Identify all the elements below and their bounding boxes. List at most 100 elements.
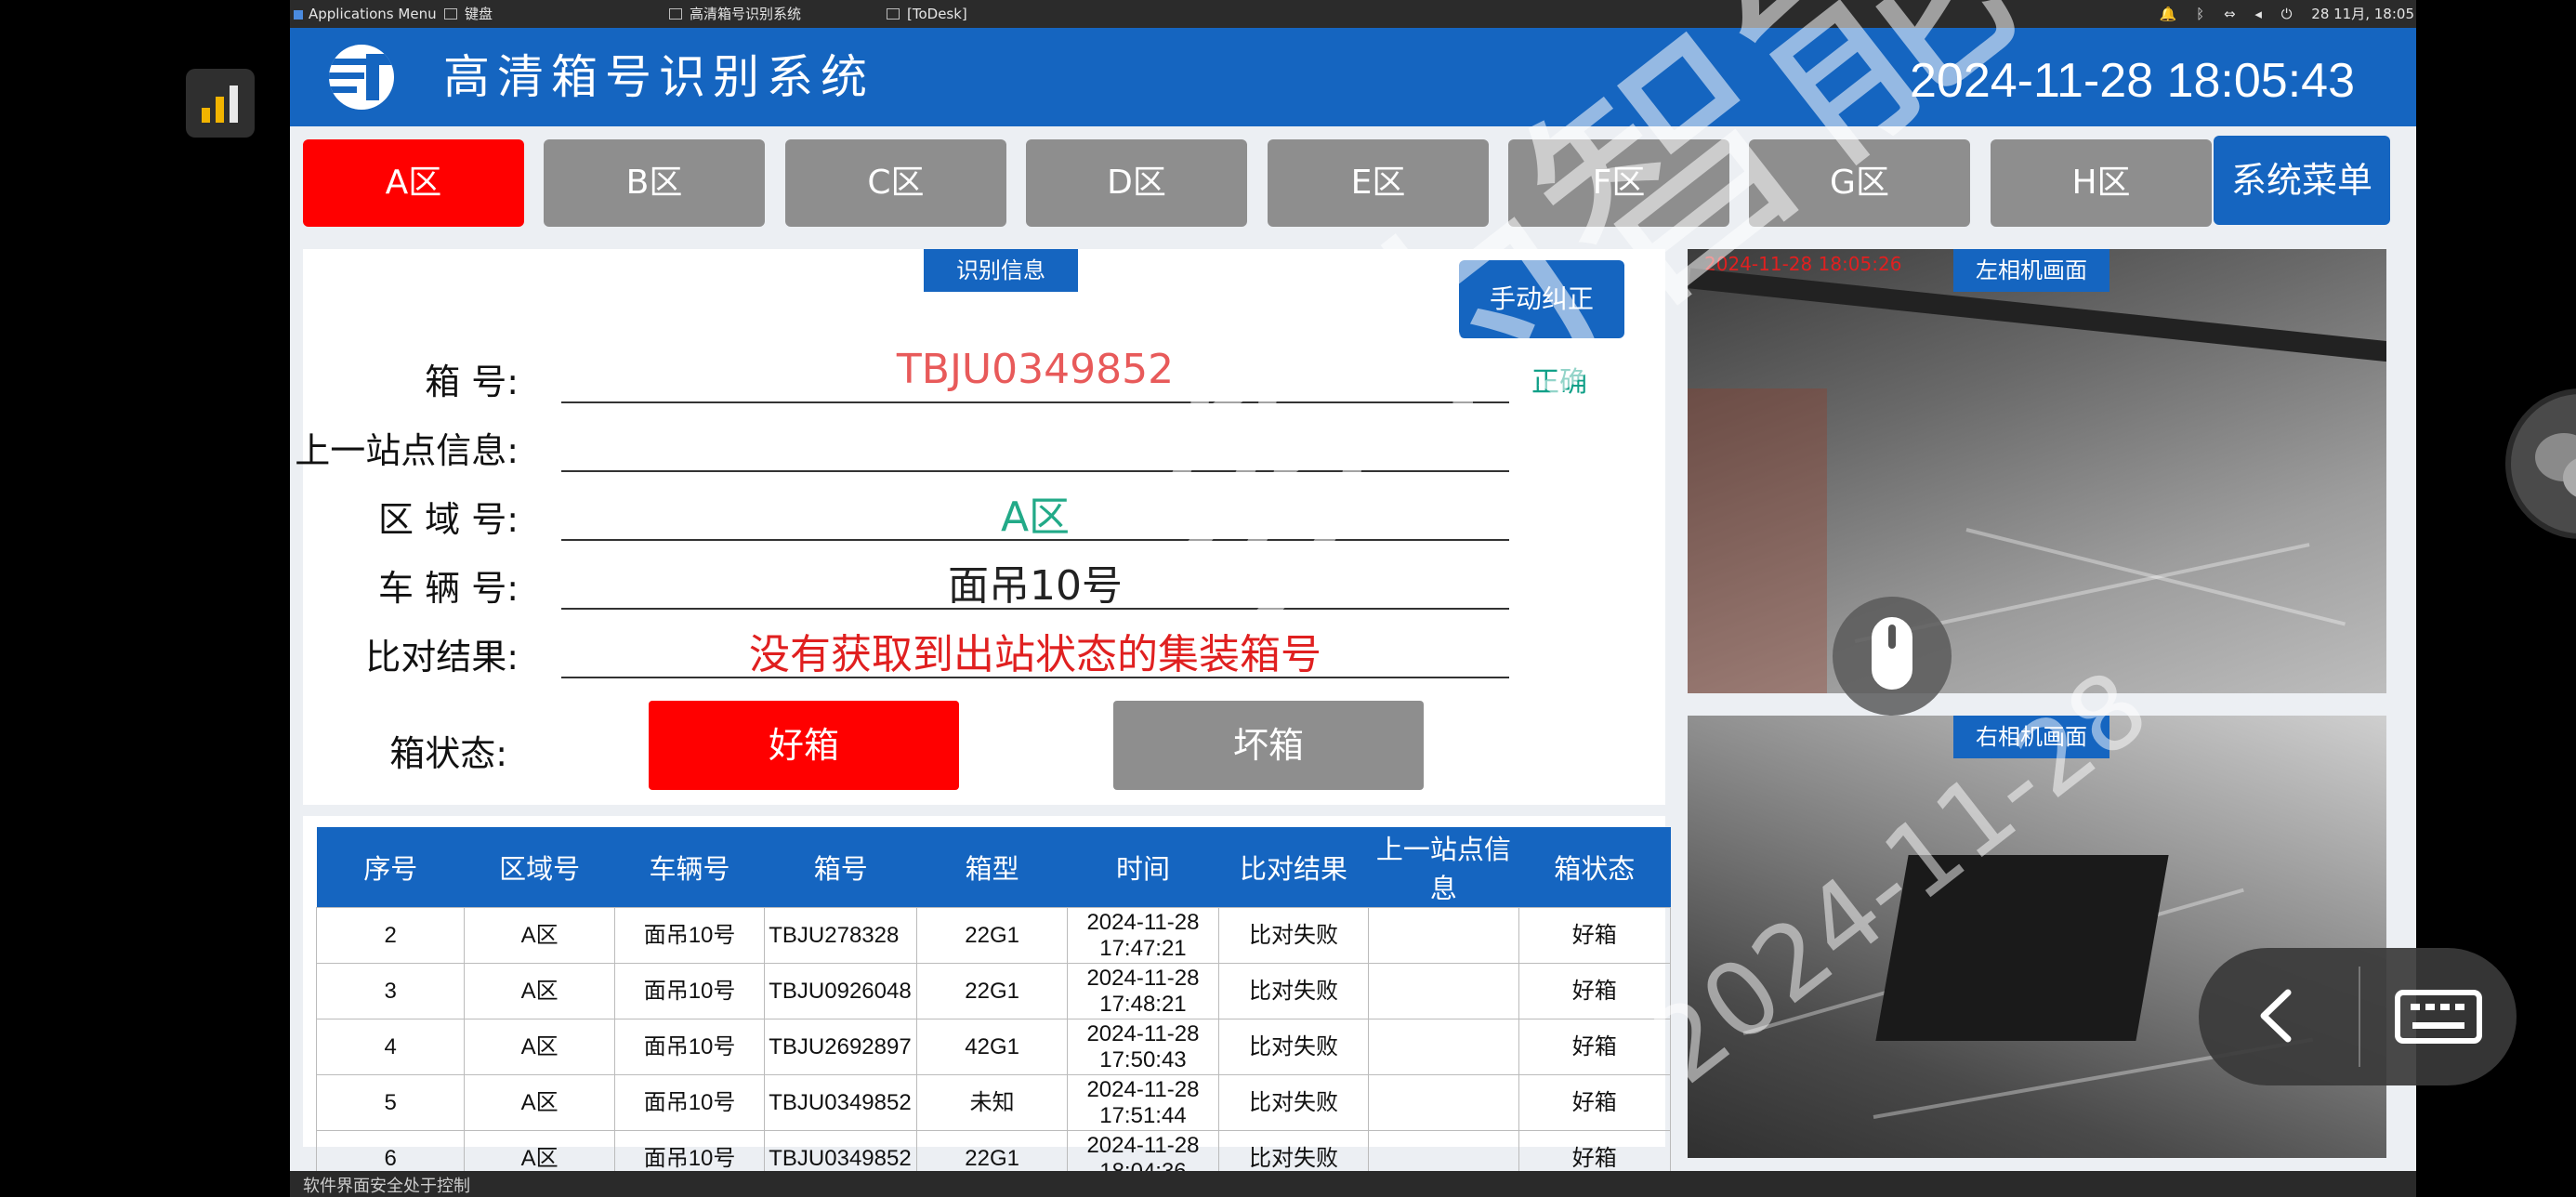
cell-area: A区 (464, 1074, 615, 1131)
container-stack (1688, 388, 1827, 693)
container-no-value: TBJU0349852 (896, 346, 1175, 393)
company-logo-icon (329, 45, 394, 110)
col-header: 箱型 (916, 827, 1068, 908)
col-header: 序号 (316, 827, 465, 908)
vehicle-label: 车 辆 号: (378, 568, 519, 609)
cell-result: 比对失败 (1217, 1074, 1370, 1131)
col-header: 箱号 (764, 827, 917, 908)
cell-area: A区 (464, 963, 615, 1019)
bell-icon[interactable]: 🔔 (2160, 6, 2177, 22)
window-icon (887, 8, 900, 20)
wechat-float-icon[interactable] (2505, 388, 2576, 539)
back-chevron-icon[interactable] (2249, 985, 2305, 1046)
cell-vehicle: 面吊10号 (613, 963, 766, 1019)
taskbar-task-keyboard[interactable]: 键盘 (444, 0, 493, 28)
remote-screen: Applications Menu 键盘 高清箱号识别系统 [ToDesk] 🔔… (290, 0, 2416, 1197)
cell-type: 22G1 (916, 907, 1069, 964)
mouse-mode-icon[interactable] (1833, 597, 1952, 716)
lane-line (1965, 528, 2346, 626)
cell-index: 2 (315, 907, 466, 964)
cell-status: 好箱 (1518, 907, 1672, 964)
volume-icon[interactable]: ◂ (2254, 6, 2262, 22)
cell-type: 42G1 (916, 1019, 1069, 1075)
cell-index: 5 (315, 1074, 466, 1131)
app-menu-icon (294, 10, 303, 20)
cell-time: 2024-11-28 17:48:21 (1067, 963, 1219, 1019)
col-header: 时间 (1067, 827, 1219, 908)
table-header-row: 序号 区域号 车辆号 箱号 箱型 时间 比对结果 上一站点信息 箱状态 (316, 827, 1671, 908)
applications-menu[interactable]: Applications Menu (294, 0, 437, 28)
cell-container: TBJU278328 (764, 907, 918, 964)
tab-zone-f[interactable]: F区 (1508, 139, 1729, 227)
col-header: 车辆号 (614, 827, 765, 908)
good-box-button[interactable]: 好箱 (649, 701, 959, 790)
info-panel-tag: 识别信息 (924, 249, 1078, 292)
cell-result: 比对失败 (1217, 1019, 1370, 1075)
remote-control-bar (2199, 948, 2517, 1085)
cell-index: 4 (315, 1019, 466, 1075)
cell-time: 2024-11-28 17:51:44 (1067, 1074, 1219, 1131)
left-camera-tag: 左相机画面 (1953, 249, 2109, 292)
cell-status: 好箱 (1518, 1019, 1672, 1075)
header-clock: 2024-11-28 18:05:43 (1910, 54, 2355, 108)
prev-station-label: 上一站点信息: (295, 430, 519, 471)
manual-correct-button[interactable]: 手动纠正 (1459, 260, 1624, 338)
tab-zone-d[interactable]: D区 (1026, 139, 1247, 227)
taskbar-task-todesk[interactable]: [ToDesk] (887, 0, 967, 28)
table-row[interactable]: 3 A区 面吊10号 TBJU0926048 22G1 2024-11-28 1… (315, 963, 1672, 1019)
col-header: 箱状态 (1518, 827, 1671, 908)
status-footer: 软件界面安全处于控制 (290, 1171, 2416, 1197)
cell-container: TBJU0926048 (764, 963, 918, 1019)
app-header: 高清箱号识别系统 2024-11-28 18:05:43 (290, 28, 2416, 126)
recognition-info-panel: 识别信息 手动纠正 箱 号: TBJU0349852 正确 上一站点信息: 区 … (295, 249, 1665, 805)
divider (2359, 967, 2360, 1067)
divider (561, 608, 1509, 610)
cell-time: 2024-11-28 17:50:43 (1067, 1019, 1219, 1075)
area-value: A区 (1000, 493, 1071, 541)
cell-vehicle: 面吊10号 (613, 907, 766, 964)
power-icon[interactable]: ⏻ (2281, 6, 2293, 22)
cell-prev-station (1368, 1019, 1519, 1075)
cell-container: TBJU0349852 (764, 1074, 918, 1131)
history-table: 序号 区域号 车辆号 箱号 箱型 时间 比对结果 上一站点信息 箱状态 2 A区… (315, 827, 1672, 1187)
tab-zone-a[interactable]: A区 (303, 139, 524, 227)
table-row[interactable]: 2 A区 面吊10号 TBJU278328 22G1 2024-11-28 17… (315, 907, 1672, 964)
cell-status: 好箱 (1518, 1074, 1672, 1131)
box-status-label: 箱状态: (389, 733, 507, 774)
bluetooth-icon[interactable]: ᛒ (2196, 6, 2204, 22)
cell-vehicle: 面吊10号 (613, 1074, 766, 1131)
cell-prev-station (1368, 1074, 1519, 1131)
tab-zone-h[interactable]: H区 (1991, 139, 2212, 227)
zone-tabs: A区 B区 C区 D区 E区 F区 G区 H区 系统菜单 (290, 136, 2416, 229)
cell-area: A区 (464, 1019, 615, 1075)
table-row[interactable]: 4 A区 面吊10号 TBJU2692897 42G1 2024-11-28 1… (315, 1019, 1672, 1075)
app-title: 高清箱号识别系统 (443, 50, 874, 104)
window-icon (669, 8, 682, 20)
taskbar-clock[interactable]: 28 11月, 18:05 (2311, 6, 2414, 22)
cell-type: 未知 (916, 1074, 1069, 1131)
system-menu-button[interactable]: 系统菜单 (2214, 136, 2390, 225)
container-status: 正确 (1531, 366, 1587, 399)
table-row[interactable]: 5 A区 面吊10号 TBJU0349852 未知 2024-11-28 17:… (315, 1074, 1672, 1131)
cell-time: 2024-11-28 17:47:21 (1067, 907, 1219, 964)
network-icon[interactable]: ⇔ (2224, 6, 2236, 22)
taskbar-task-app[interactable]: 高清箱号识别系统 (669, 0, 801, 28)
top-taskbar: Applications Menu 键盘 高清箱号识别系统 [ToDesk] 🔔… (290, 0, 2416, 28)
tab-zone-e[interactable]: E区 (1268, 139, 1489, 227)
right-camera-view[interactable]: 右相机画面 (1688, 716, 2386, 1158)
bad-box-button[interactable]: 坏箱 (1113, 701, 1424, 790)
tab-zone-g[interactable]: G区 (1749, 139, 1970, 227)
col-header: 比对结果 (1218, 827, 1369, 908)
divider (561, 470, 1509, 472)
right-camera-tag: 右相机画面 (1953, 716, 2109, 758)
window-icon (444, 8, 457, 20)
tab-zone-b[interactable]: B区 (544, 139, 765, 227)
stats-app-icon[interactable] (186, 69, 255, 138)
vehicle-value: 面吊10号 (948, 562, 1123, 610)
keyboard-icon[interactable] (2392, 987, 2485, 1046)
cell-result: 比对失败 (1217, 907, 1370, 964)
cell-vehicle: 面吊10号 (613, 1019, 766, 1075)
left-camera-view[interactable]: 2024-11-28 18:05:26 左相机画面 (1688, 249, 2386, 693)
tab-zone-c[interactable]: C区 (785, 139, 1006, 227)
col-header: 区域号 (464, 827, 615, 908)
